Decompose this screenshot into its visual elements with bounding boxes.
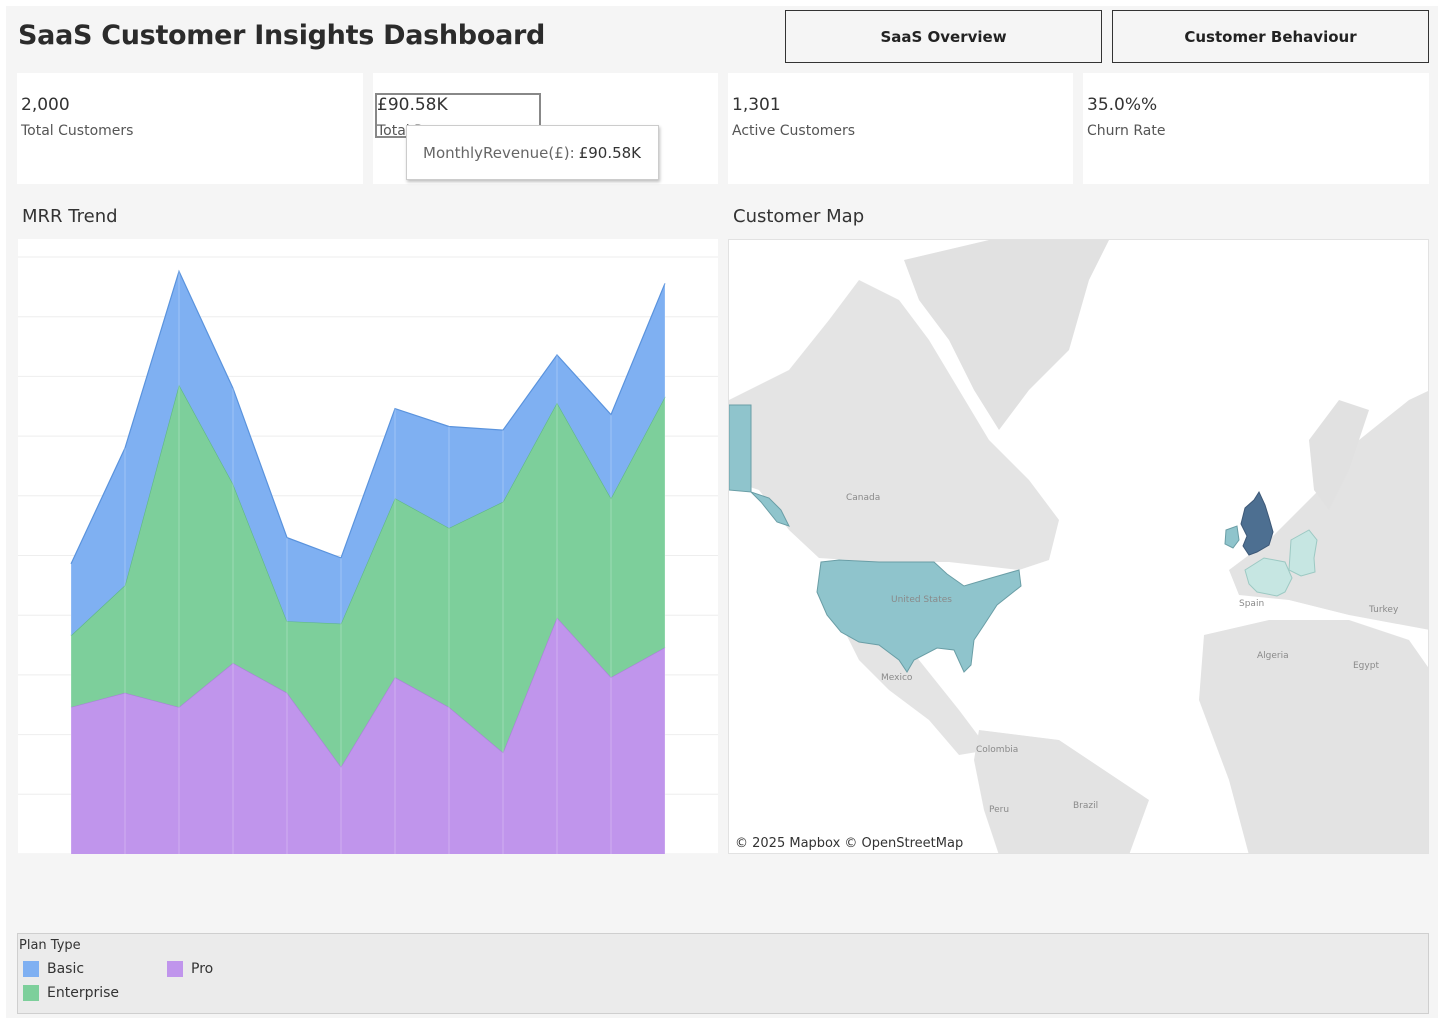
kpi-active-customers[interactable]: 1,301 Active Customers: [728, 73, 1073, 184]
map-label-brazil: Brazil: [1073, 801, 1098, 811]
map-label-egypt: Egypt: [1353, 661, 1379, 671]
kpi-label: Active Customers: [732, 123, 856, 139]
kpi-label: Churn Rate: [1087, 123, 1166, 139]
map-label-spain: Spain: [1239, 599, 1264, 609]
kpi-value: £90.58K: [377, 95, 448, 115]
map-label-algeria: Algeria: [1257, 651, 1289, 661]
map-label-canada: Canada: [846, 493, 880, 503]
map-label-turkey: Turkey: [1368, 605, 1399, 615]
kpi-value: 35.0%%: [1087, 95, 1158, 115]
map-label-colombia: Colombia: [976, 745, 1018, 755]
map-label-mexico: Mexico: [881, 673, 913, 683]
saas-overview-button[interactable]: SaaS Overview: [785, 10, 1102, 63]
customer-behaviour-button[interactable]: Customer Behaviour: [1112, 10, 1429, 63]
dashboard-title: SaaS Customer Insights Dashboard: [18, 20, 546, 51]
kpi-value: 2,000: [21, 95, 70, 115]
tooltip-label: MonthlyRevenue(£):: [423, 143, 575, 162]
mrr-trend-chart[interactable]: [18, 239, 718, 855]
revenue-tooltip: MonthlyRevenue(£): £90.58K: [406, 125, 659, 180]
legend-swatch-enterprise: [23, 985, 39, 1001]
legend-label: Pro: [191, 961, 214, 977]
alaska-region: [729, 404, 752, 493]
legend-label: Basic: [47, 961, 85, 977]
map-label-united-states: United States: [891, 595, 952, 605]
legend-label: Enterprise: [47, 985, 120, 1001]
mrr-trend-chart-panel[interactable]: [18, 239, 718, 855]
map-label-peru: Peru: [989, 805, 1009, 815]
map-attribution: © 2025 Mapbox © OpenStreetMap: [733, 836, 966, 851]
legend-swatch-basic: [23, 961, 39, 977]
plan-type-legend: Plan Type Basic Pro Enterprise: [17, 933, 1429, 1014]
tooltip-value: £90.58K: [578, 143, 642, 162]
legend-swatch-pro: [167, 961, 183, 977]
kpi-value: 1,301: [732, 95, 781, 115]
legend-item-pro[interactable]: Pro: [167, 961, 213, 977]
kpi-total-customers[interactable]: 2,000 Total Customers: [17, 73, 363, 184]
kpi-churn-rate[interactable]: 35.0%% Churn Rate: [1083, 73, 1429, 184]
legend-item-basic[interactable]: Basic: [23, 961, 84, 977]
legend-item-enterprise[interactable]: Enterprise: [23, 985, 119, 1001]
customer-map-title: Customer Map: [733, 206, 865, 227]
dashboard: SaaS Customer Insights Dashboard SaaS Ov…: [6, 6, 1438, 1018]
legend-title: Plan Type: [19, 938, 81, 953]
customer-map[interactable]: Canada United States Mexico Colombia Per…: [728, 239, 1429, 854]
kpi-label: Total Customers: [21, 123, 134, 139]
mrr-trend-title: MRR Trend: [22, 206, 118, 227]
world-map[interactable]: Canada United States Mexico Colombia Per…: [729, 240, 1429, 854]
